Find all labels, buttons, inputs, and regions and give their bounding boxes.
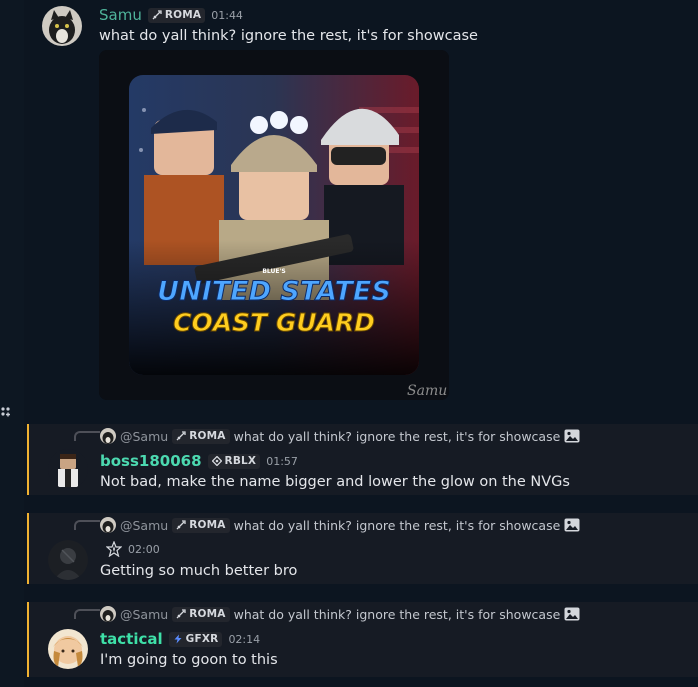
reply-author[interactable]: @Samu [120, 518, 168, 533]
author-name[interactable]: tactical [100, 630, 163, 648]
reply-text: what do yall think? ignore the rest, it'… [233, 517, 561, 533]
reply-connector [74, 609, 100, 619]
poster-title-line1: UNITED STATES [157, 276, 391, 307]
poster-title-line2: COAST GUARD [173, 308, 375, 337]
message-text: what do yall think? ignore the rest, it'… [99, 28, 478, 44]
sword-badge-icon [152, 10, 162, 20]
badge-label: ROMA [189, 608, 226, 620]
reply-text: what do yall think? ignore the rest, it'… [233, 606, 561, 622]
avatar[interactable] [48, 449, 88, 489]
message-text: I'm going to goon to this [100, 652, 278, 668]
badge-label: ROMA [164, 9, 202, 21]
image-attachment-icon [564, 518, 580, 532]
author-name[interactable]: boss180068 [100, 452, 202, 470]
reply-role-badge: ROMA [172, 606, 230, 622]
reply-reference[interactable]: @Samu ROMA what do yall think? ignore th… [100, 516, 580, 534]
avatar[interactable] [48, 629, 88, 669]
bolt-badge-icon [174, 634, 182, 644]
role-badge[interactable]: ROMA [147, 7, 206, 23]
reply-role-badge: ROMA [172, 428, 230, 444]
reply-connector [74, 431, 100, 441]
reply-avatar [100, 517, 116, 533]
star-badge-icon [106, 541, 122, 557]
sword-badge-icon [176, 431, 186, 441]
timestamp: 01:44 [211, 8, 243, 22]
timestamp: 02:00 [128, 542, 160, 556]
image-attachment-icon [564, 429, 580, 443]
left-rail [0, 0, 24, 687]
reply-reference[interactable]: @Samu ROMA what do yall think? ignore th… [100, 605, 580, 623]
reply-reference[interactable]: @Samu ROMA what do yall think? ignore th… [100, 427, 580, 445]
message-text: Getting so much better bro [100, 563, 298, 579]
app-directory-icon[interactable] [0, 404, 14, 420]
signature: Samu [407, 383, 447, 399]
sword-badge-icon [176, 609, 186, 619]
message-reply: @Samu ROMA what do yall think? ignore th… [27, 602, 698, 677]
diamond-badge-icon [211, 456, 222, 466]
avatar[interactable] [48, 540, 88, 580]
message-reply: @Samu ROMA what do yall think? ignore th… [27, 513, 698, 584]
role-badge[interactable]: RBLX [207, 453, 261, 469]
sword-badge-icon [176, 520, 186, 530]
timestamp: 01:57 [266, 454, 298, 468]
badge-label: ROMA [189, 519, 226, 531]
message: Samu ROMA 01:44 what do yall think? igno… [24, 0, 698, 420]
avatar[interactable] [42, 6, 82, 46]
poster-small-text: BLUE'S [262, 268, 285, 275]
timestamp: 02:14 [228, 632, 261, 646]
reply-author[interactable]: @Samu [120, 429, 168, 444]
reply-author[interactable]: @Samu [120, 607, 168, 622]
reply-connector [74, 520, 100, 530]
badge-label: RBLX [224, 455, 257, 467]
chat-messages: Samu ROMA 01:44 what do yall think? igno… [24, 0, 698, 687]
message-reply: @Samu ROMA what do yall think? ignore th… [27, 424, 698, 495]
image-attachment-icon [564, 607, 580, 621]
reply-avatar [100, 606, 116, 622]
message-text: Not bad, make the name bigger and lower … [100, 474, 570, 490]
reply-text: what do yall think? ignore the rest, it'… [233, 428, 561, 444]
reply-avatar [100, 428, 116, 444]
role-badge[interactable]: GFXR [168, 631, 223, 647]
author-name[interactable]: Samu [99, 6, 142, 24]
attachment-image[interactable]: BLUE'S UNITED STATES COAST GUARD Samu [99, 50, 449, 400]
badge-label: GFXR [185, 633, 219, 645]
badge-label: ROMA [189, 430, 226, 442]
reply-role-badge: ROMA [172, 517, 230, 533]
